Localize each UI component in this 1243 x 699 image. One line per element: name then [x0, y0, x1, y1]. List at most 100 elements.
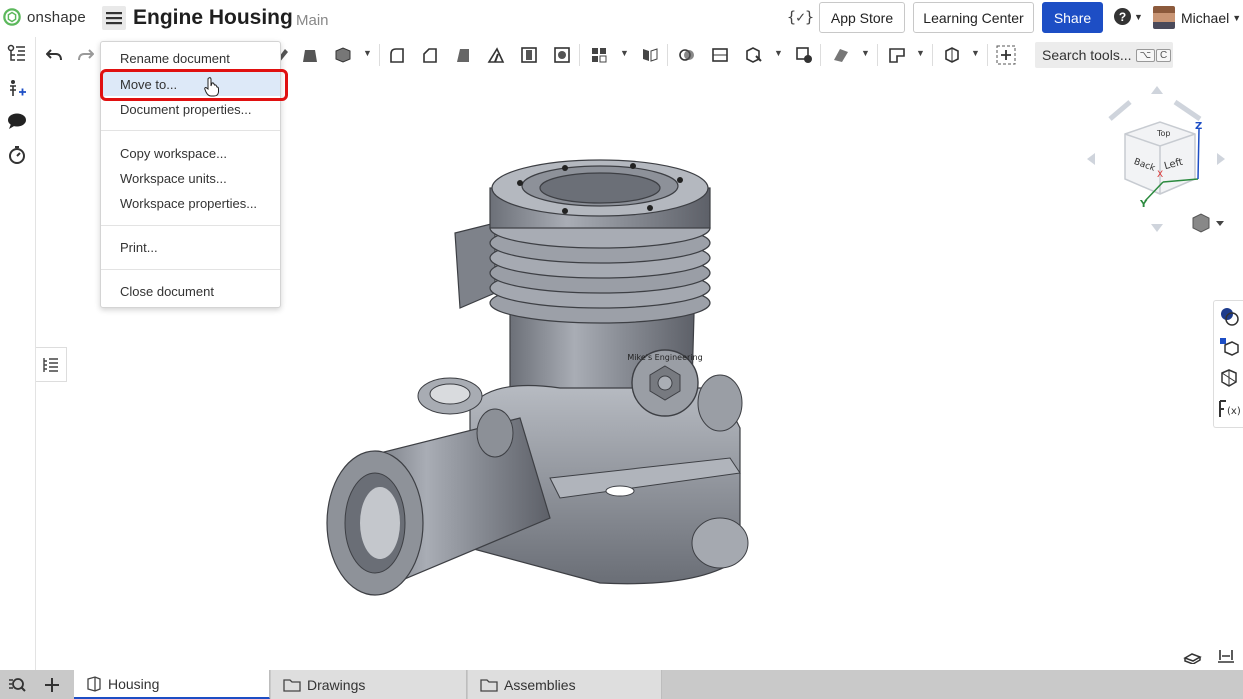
mate-connector-panel-button[interactable]	[1218, 336, 1240, 358]
chevron-down-icon[interactable]: ▼	[620, 48, 629, 58]
toolbar-separator	[820, 44, 821, 66]
tab-label: Housing	[108, 675, 160, 692]
appearance-panel-button[interactable]	[1218, 305, 1240, 327]
shortcut-key-c: C	[1156, 48, 1172, 62]
split-tool[interactable]	[710, 45, 730, 65]
folder-icon	[480, 678, 498, 692]
arrow-down-icon[interactable]	[1151, 224, 1163, 232]
arrow-right-icon[interactable]	[1217, 153, 1225, 165]
add-tab-icon[interactable]	[44, 677, 60, 693]
variables-button[interactable]: {✓}	[787, 8, 814, 26]
hand-cursor-icon	[204, 77, 219, 97]
chevron-down-icon[interactable]: ▼	[916, 48, 925, 58]
boolean-tool[interactable]	[677, 45, 697, 65]
toolbar-separator	[987, 44, 988, 66]
tab-drawings[interactable]: Drawings	[271, 670, 467, 699]
onshape-logo[interactable]: onshape	[3, 8, 86, 26]
extrude-icon	[303, 50, 317, 62]
feature-list-icon[interactable]	[6, 43, 28, 65]
appearance-icon	[1221, 308, 1239, 326]
rotate-arrow-icon[interactable]	[1173, 99, 1202, 122]
stopwatch-icon	[9, 146, 25, 164]
menu-item-workspace-properties[interactable]: Workspace properties...	[101, 191, 280, 215]
extrude-tool[interactable]	[300, 45, 320, 65]
mirror-icon	[643, 48, 658, 62]
add-variable-icon[interactable]	[6, 78, 28, 100]
tab-assemblies[interactable]: Assemblies	[468, 670, 662, 699]
menu-item-close-document[interactable]: Close document	[101, 279, 280, 303]
help-menu[interactable]: ? ▼	[1114, 8, 1143, 25]
configuration-icon	[1221, 369, 1237, 387]
chevron-down-icon[interactable]: ▼	[774, 48, 783, 58]
sheet-metal-tool[interactable]	[831, 45, 851, 65]
menu-item-print[interactable]: Print...	[101, 235, 280, 259]
share-button[interactable]: Share	[1042, 2, 1103, 33]
document-menu-button[interactable]	[102, 6, 126, 30]
surface-icon	[945, 47, 959, 63]
branch-name[interactable]: Main	[296, 12, 329, 29]
delete-part-tool[interactable]	[794, 45, 814, 65]
feature-list-toggle[interactable]	[36, 347, 67, 382]
timer-icon[interactable]	[6, 144, 28, 166]
axis-x-label: X	[1157, 170, 1163, 180]
menu-item-workspace-units[interactable]: Workspace units...	[101, 166, 280, 190]
folder-icon	[283, 678, 301, 692]
chevron-down-icon[interactable]: ▼	[363, 48, 372, 58]
tab-label: Assemblies	[504, 676, 576, 693]
chevron-down-icon[interactable]: ▼	[971, 48, 980, 58]
arrow-up-icon[interactable]	[1151, 86, 1163, 94]
tab-manager-icon[interactable]	[8, 677, 26, 693]
draft-icon	[457, 49, 469, 62]
undo-button[interactable]	[44, 45, 64, 65]
toolbar-separator	[379, 44, 380, 66]
view-cube[interactable]: Top Back Left Z Y X	[1085, 84, 1235, 244]
measure-tool[interactable]	[942, 45, 962, 65]
search-tools-input[interactable]: Search tools... ⌥ C	[1035, 42, 1173, 68]
user-name: Michael	[1181, 9, 1230, 26]
learning-center-button[interactable]: Learning Center	[913, 2, 1034, 33]
fillet-tool[interactable]	[387, 45, 407, 65]
toolbar-separator	[877, 44, 878, 66]
view-options-icon[interactable]	[1192, 213, 1224, 233]
section-view-icon[interactable]	[1183, 648, 1203, 664]
shell-tool[interactable]	[519, 45, 539, 65]
plane-tool[interactable]	[887, 45, 907, 65]
rotate-arrow-icon[interactable]	[1108, 100, 1132, 121]
user-menu[interactable]: Michael ▼	[1153, 6, 1241, 29]
sheet-metal-icon	[834, 49, 848, 62]
chevron-down-icon: ▼	[1134, 11, 1143, 22]
hole-tool[interactable]	[552, 45, 572, 65]
top-bar: onshape Engine Housing Main {✓} App Stor…	[0, 0, 1243, 37]
redo-icon	[78, 49, 94, 61]
plane-icon	[889, 48, 905, 63]
rib-tool[interactable]	[486, 45, 506, 65]
transform-tool[interactable]	[743, 45, 763, 65]
view-cube-top-label[interactable]: Top	[1156, 129, 1171, 138]
comments-icon[interactable]	[6, 110, 28, 132]
shell-icon	[521, 47, 537, 63]
arrow-left-icon[interactable]	[1087, 153, 1095, 165]
variable-table-panel-button[interactable]: (x)	[1218, 398, 1240, 420]
search-tools-label: Search tools...	[1042, 47, 1132, 63]
chamfer-tool[interactable]	[420, 45, 440, 65]
right-panel: (x)	[1213, 300, 1243, 428]
add-custom-feature-button[interactable]	[996, 45, 1016, 65]
pattern-tool[interactable]	[589, 45, 609, 65]
configuration-panel-button[interactable]	[1218, 367, 1240, 389]
document-title[interactable]: Engine Housing	[133, 6, 293, 30]
redo-button[interactable]	[76, 45, 96, 65]
menu-item-rename-document[interactable]: Rename document	[101, 46, 280, 70]
shortcut-key-option: ⌥	[1135, 48, 1156, 62]
chevron-down-icon[interactable]: ▼	[861, 48, 870, 58]
menu-item-copy-workspace[interactable]: Copy workspace...	[101, 141, 280, 165]
app-store-button[interactable]: App Store	[819, 2, 905, 33]
revolve-tool[interactable]	[333, 45, 353, 65]
onshape-logo-icon	[3, 8, 21, 26]
boolean-icon	[679, 49, 694, 61]
measure-tool-icon[interactable]	[1216, 648, 1236, 664]
engine-housing-model[interactable]: Mike's Engineering	[320, 128, 760, 608]
tab-housing[interactable]: Housing	[74, 670, 270, 699]
mirror-tool[interactable]	[640, 45, 660, 65]
draft-tool[interactable]	[453, 45, 473, 65]
chamfer-icon	[423, 48, 437, 63]
